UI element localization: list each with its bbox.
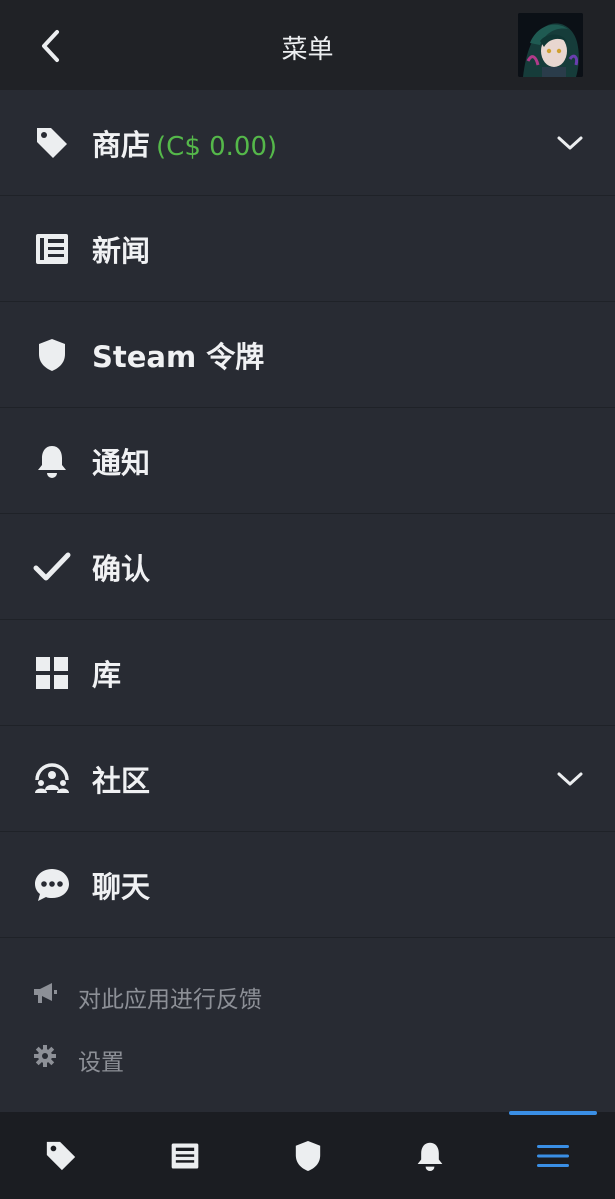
shield-icon <box>295 1141 321 1171</box>
bell-icon <box>417 1142 443 1171</box>
community-icon <box>33 760 71 798</box>
menu-item-steam-guard[interactable]: Steam 令牌 <box>0 302 615 408</box>
menu-item-news[interactable]: 新闻 <box>0 196 615 302</box>
megaphone-icon <box>32 980 58 1006</box>
menu-item-label: 通知 <box>92 445 151 480</box>
menu-item-label: 社区 <box>92 763 151 798</box>
feedback-link[interactable]: 对此应用进行反馈 <box>0 968 615 1018</box>
nav-news-button[interactable] <box>161 1132 209 1180</box>
menu-item-label: 聊天 <box>92 869 151 904</box>
menu-item-label: 新闻 <box>92 233 151 268</box>
wallet-balance: (C$ 0.00) <box>156 131 278 162</box>
chat-icon <box>33 866 71 904</box>
menu-item-library[interactable]: 库 <box>0 620 615 726</box>
main-menu: 商店 (C$ 0.00) 新闻 Steam 令牌 通知 确认 库 社区 聊天 <box>0 90 615 938</box>
checkmark-icon <box>33 548 71 586</box>
top-bar: 菜单 <box>0 0 615 90</box>
nav-store-button[interactable] <box>37 1132 85 1180</box>
chevron-down-icon[interactable] <box>556 133 584 153</box>
settings-label: 设置 <box>78 1050 124 1076</box>
active-tab-indicator <box>509 1111 597 1115</box>
tag-icon <box>46 1141 76 1171</box>
menu-item-store[interactable]: 商店 (C$ 0.00) <box>0 90 615 196</box>
menu-item-label: 库 <box>92 657 122 692</box>
nav-notifications-button[interactable] <box>406 1132 454 1180</box>
menu-item-chat[interactable]: 聊天 <box>0 832 615 938</box>
menu-item-notifications[interactable]: 通知 <box>0 408 615 514</box>
menu-item-confirmations[interactable]: 确认 <box>0 514 615 620</box>
menu-item-community[interactable]: 社区 <box>0 726 615 832</box>
avatar[interactable] <box>518 13 583 77</box>
menu-icon <box>537 1145 569 1167</box>
gear-icon <box>32 1043 58 1069</box>
nav-guard-button[interactable] <box>284 1132 332 1180</box>
newspaper-icon <box>171 1143 199 1169</box>
shield-icon <box>33 336 71 374</box>
settings-link[interactable]: 设置 <box>0 1031 615 1081</box>
newspaper-icon <box>33 230 71 268</box>
bell-icon <box>33 442 71 480</box>
menu-item-label: 确认 <box>92 551 151 586</box>
nav-menu-button[interactable] <box>529 1132 577 1180</box>
feedback-label: 对此应用进行反馈 <box>78 987 262 1013</box>
chevron-down-icon[interactable] <box>556 769 584 789</box>
grid-icon <box>33 654 71 692</box>
menu-item-label: Steam 令牌 <box>92 339 265 374</box>
tag-icon <box>33 124 71 162</box>
menu-item-label: 商店 <box>92 127 151 162</box>
